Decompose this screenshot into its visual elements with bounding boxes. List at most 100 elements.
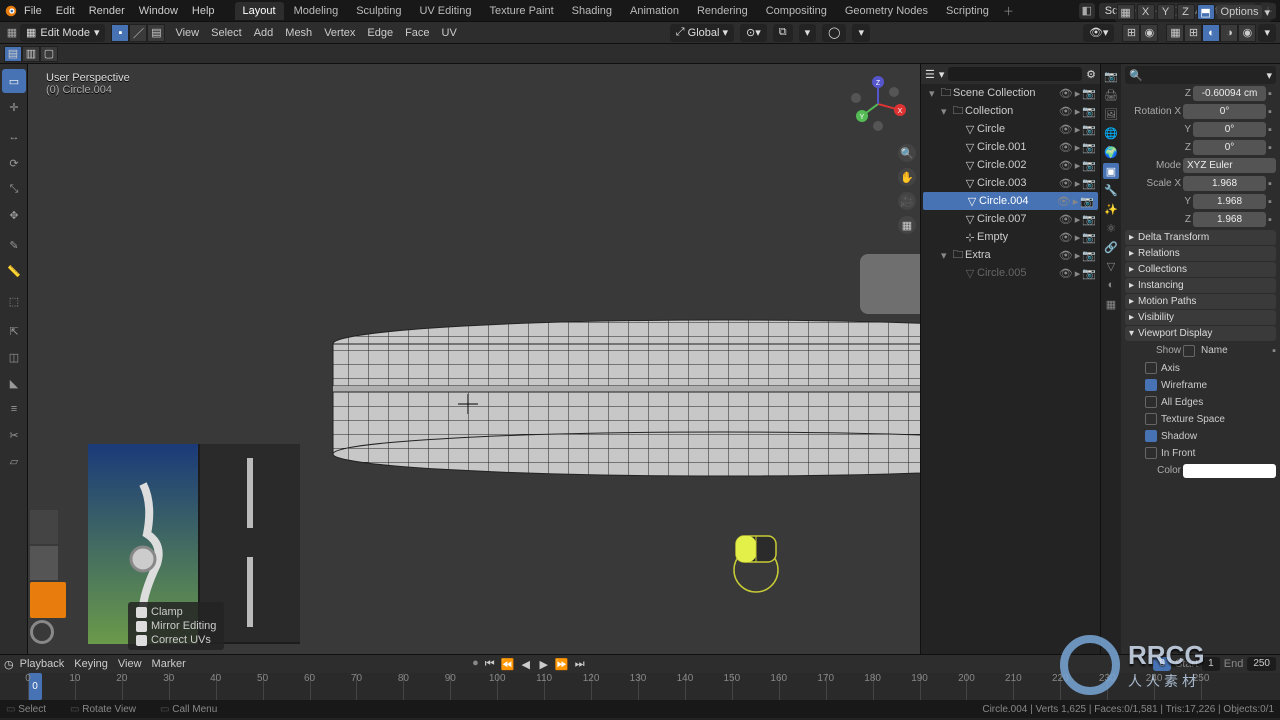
render-icon[interactable]: 📷	[1082, 105, 1096, 118]
checkbox-icon[interactable]	[136, 621, 147, 632]
disclosure-icon[interactable]: ▾	[941, 249, 951, 262]
meshmenu-mesh[interactable]: Mesh	[285, 27, 312, 39]
restrict-select-icon[interactable]: ▸	[1073, 195, 1079, 208]
restrict-select-icon[interactable]: ▸	[1075, 213, 1081, 226]
disclosure-icon[interactable]: ▸	[1129, 296, 1134, 307]
meshmenu-vertex[interactable]: Vertex	[324, 27, 355, 39]
prop-tab-data[interactable]: ▽	[1103, 258, 1119, 274]
menu-render[interactable]: Render	[89, 5, 125, 17]
scale-z-value[interactable]: 1.968	[1193, 212, 1266, 227]
tool-rotate[interactable]: ⟳	[2, 151, 26, 175]
editor-type-icon[interactable]: ▦	[4, 26, 20, 39]
meshmenu-add[interactable]: Add	[254, 27, 274, 39]
tlmenu-playback[interactable]: Playback	[20, 658, 65, 670]
panel-label[interactable]: Viewport Display	[1138, 328, 1212, 339]
render-icon[interactable]: 📷	[1082, 231, 1096, 244]
eye-icon[interactable]: 👁	[1059, 177, 1073, 190]
render-icon[interactable]: 📷	[1082, 213, 1096, 226]
render-icon[interactable]: 📷	[1082, 159, 1096, 172]
restrict-select-icon[interactable]: ▸	[1075, 87, 1081, 100]
snap-toggle[interactable]: ⧉	[773, 24, 793, 42]
tlmenu-view[interactable]: View	[118, 658, 142, 670]
menu-help[interactable]: Help	[192, 5, 215, 17]
timeline-ruler[interactable]: 0 01020304050607080901001101201301401501…	[0, 673, 1280, 700]
outliner-item-label[interactable]: Circle.007	[977, 213, 1027, 225]
restrict-select-icon[interactable]: ▸	[1075, 123, 1081, 136]
checkbox-texspace[interactable]	[1145, 413, 1157, 425]
jump-start-icon[interactable]: ⏮	[483, 657, 497, 671]
eye-icon[interactable]: 👁	[1057, 195, 1071, 208]
tab-rendering[interactable]: Rendering	[689, 2, 756, 20]
prop-tab-render[interactable]: 📷	[1103, 68, 1119, 84]
jump-end-icon[interactable]: ⏭	[573, 657, 587, 671]
zoom-icon[interactable]: 🔍	[898, 144, 916, 162]
perspective-toggle-icon[interactable]: ▦	[898, 216, 916, 234]
meshmenu-uv[interactable]: UV	[442, 27, 457, 39]
prop-tab-material[interactable]: ◐	[1103, 277, 1119, 293]
panel-label[interactable]: Motion Paths	[1138, 296, 1196, 307]
camera-view-icon[interactable]: 🎥	[898, 192, 916, 210]
prop-tab-physics[interactable]: ⚛	[1103, 220, 1119, 236]
shading-options-dropdown[interactable]: ▾	[1258, 24, 1276, 42]
tool-annotate[interactable]: ✎	[2, 233, 26, 257]
menu-file[interactable]: File	[24, 5, 42, 17]
next-key-icon[interactable]: ⏩	[555, 657, 569, 671]
tool-scale[interactable]: ⤡	[2, 177, 26, 201]
search-icon[interactable]: 🔍	[1129, 69, 1143, 82]
scale-y-value[interactable]: 1.968	[1193, 194, 1266, 209]
outliner-item-label[interactable]: Extra	[965, 249, 991, 261]
checkbox-icon[interactable]	[136, 635, 147, 646]
eye-icon[interactable]: 👁	[1059, 141, 1073, 154]
location-z-value[interactable]: -0.60094 cm	[1193, 86, 1266, 101]
restrict-select-icon[interactable]: ▸	[1075, 105, 1081, 118]
edge-select-icon[interactable]: ／	[129, 24, 147, 42]
restrict-select-icon[interactable]: ▸	[1075, 141, 1081, 154]
tlmenu-marker[interactable]: Marker	[152, 658, 186, 670]
eye-icon[interactable]: 👁	[1059, 159, 1073, 172]
disclosure-icon[interactable]: ▾	[941, 105, 951, 118]
outliner-item-label[interactable]: Circle.005	[977, 267, 1027, 279]
tool-knife[interactable]: ✂	[2, 423, 26, 447]
pivot-dropdown[interactable]: ⊙▾	[740, 24, 767, 42]
add-workspace-icon[interactable]: ＋	[1003, 3, 1014, 19]
overlay-axis-x-icon[interactable]: X	[1137, 4, 1155, 20]
rotation-z-value[interactable]: 0°	[1193, 140, 1266, 155]
tab-uv-editing[interactable]: UV Editing	[411, 2, 479, 20]
color-swatch[interactable]	[1183, 464, 1276, 478]
panel-label[interactable]: Delta Transform	[1138, 232, 1209, 243]
meshmenu-select[interactable]: Select	[211, 27, 242, 39]
tab-shading[interactable]: Shading	[564, 2, 620, 20]
overlay-normals-icon[interactable]: ⬒	[1197, 4, 1215, 20]
disclosure-icon[interactable]: ▸	[1129, 232, 1134, 243]
render-icon[interactable]: 📷	[1082, 267, 1096, 280]
tab-layout[interactable]: Layout	[235, 2, 284, 20]
meshmenu-view[interactable]: View	[175, 27, 199, 39]
meshmenu-edge[interactable]: Edge	[367, 27, 393, 39]
tool-move[interactable]: ↔	[2, 125, 26, 149]
tool-inset[interactable]: ◫	[2, 345, 26, 369]
restrict-select-icon[interactable]: ▸	[1075, 249, 1081, 262]
tool-polybuild[interactable]: ▱	[2, 449, 26, 473]
rotation-mode-value[interactable]: XYZ Euler	[1183, 158, 1276, 173]
pan-icon[interactable]: ✋	[898, 168, 916, 186]
tool-loopcut[interactable]: ≡	[2, 397, 26, 421]
xray-toggle-icon[interactable]: ▦	[1166, 24, 1184, 42]
tab-modeling[interactable]: Modeling	[286, 2, 347, 20]
tab-sculpting[interactable]: Sculpting	[348, 2, 409, 20]
shading-render-icon[interactable]: ◉	[1238, 24, 1256, 42]
proportional-edit-toggle[interactable]: ◯	[822, 24, 846, 42]
mode-dropdown[interactable]: ▦ Edit Mode ▾	[20, 24, 105, 42]
orientation-dropdown[interactable]: ⤢ Global ▾	[670, 24, 734, 42]
tool-select-box[interactable]: ▭	[2, 69, 26, 93]
overlay-axis-y-icon[interactable]: Y	[1157, 4, 1175, 20]
lock-icon[interactable]: ▪	[1268, 142, 1276, 154]
outliner-item-label[interactable]: Scene Collection	[953, 87, 1036, 99]
tab-geometry-nodes[interactable]: Geometry Nodes	[837, 2, 936, 20]
outliner-item-label[interactable]: Empty	[977, 231, 1008, 243]
timeline-type-icon[interactable]: ◷	[4, 658, 14, 671]
render-icon[interactable]: 📷	[1082, 123, 1096, 136]
outliner-type-icon[interactable]: ☰	[925, 68, 935, 81]
eye-icon[interactable]: 👁	[1059, 231, 1073, 244]
chevron-down-icon[interactable]: ▾	[1264, 6, 1270, 19]
disclosure-icon[interactable]: ▸	[1129, 312, 1134, 323]
